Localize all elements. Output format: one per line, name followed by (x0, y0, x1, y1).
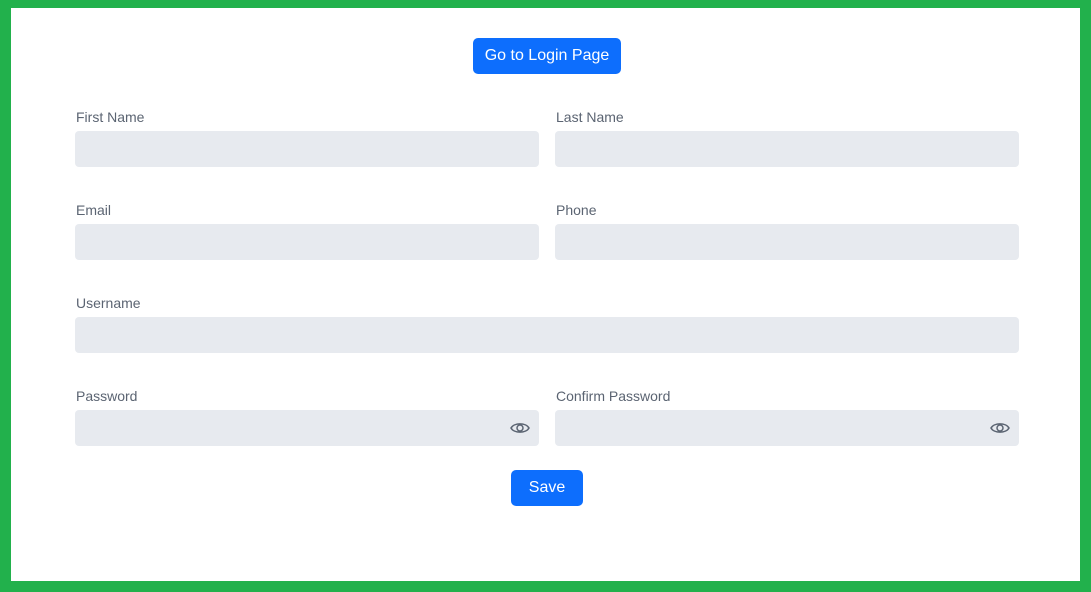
eye-icon[interactable] (509, 417, 531, 439)
last-name-label: Last Name (556, 109, 624, 125)
password-input[interactable] (75, 410, 539, 446)
last-name-input[interactable] (555, 131, 1019, 167)
email-label: Email (76, 202, 112, 218)
phone-input[interactable] (555, 224, 1019, 260)
email-input[interactable] (75, 224, 539, 260)
save-button[interactable]: Save (511, 470, 583, 506)
first-name-label: First Name (76, 109, 145, 125)
phone-label: Phone (556, 202, 597, 218)
username-label: Username (76, 295, 141, 311)
username-input[interactable] (75, 317, 1019, 353)
go-to-login-button[interactable]: Go to Login Page (473, 38, 621, 74)
password-label: Password (76, 388, 138, 404)
confirm-password-input[interactable] (555, 410, 1019, 446)
registration-form-container: Go to Login Page First Name Last Name Em… (11, 8, 1080, 581)
eye-icon[interactable] (989, 417, 1011, 439)
first-name-input[interactable] (75, 131, 539, 167)
confirm-password-label: Confirm Password (556, 388, 671, 404)
